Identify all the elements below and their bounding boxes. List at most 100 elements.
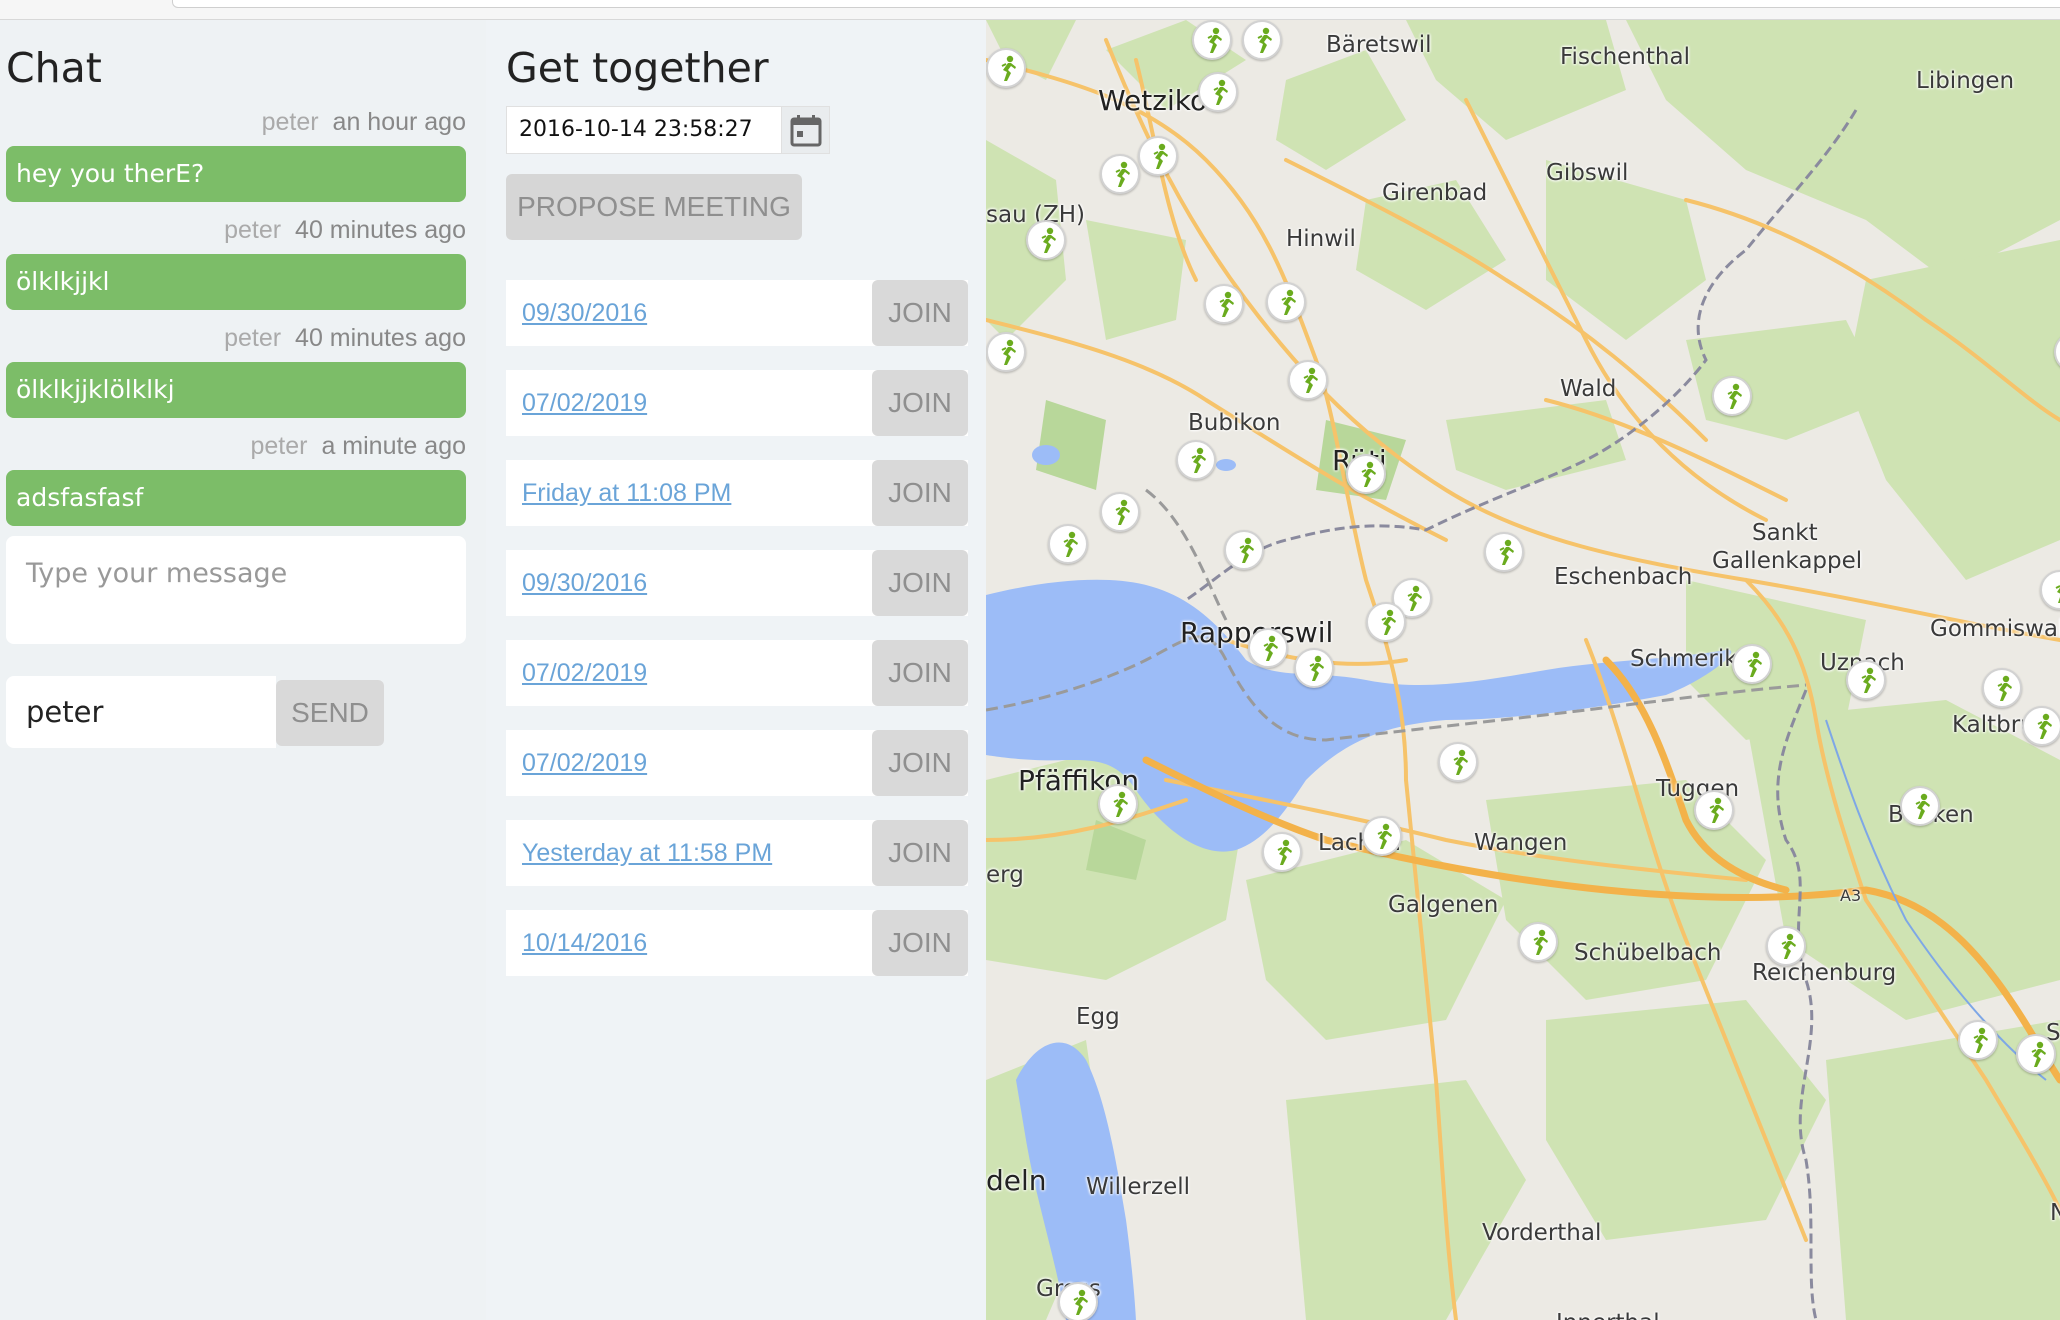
activity-marker[interactable] xyxy=(2022,706,2060,746)
running-person-icon xyxy=(1113,791,1128,817)
activity-marker[interactable] xyxy=(1058,1282,1098,1320)
running-person-icon xyxy=(1207,27,1222,53)
map-label: erg xyxy=(986,862,1024,888)
activity-marker[interactable] xyxy=(1958,1020,1998,1060)
meeting-row: 09/30/2016 JOIN xyxy=(506,550,968,616)
meeting-date-link[interactable]: Yesterday at 11:58 PM xyxy=(522,820,772,886)
activity-marker[interactable] xyxy=(1100,154,1140,194)
activity-marker[interactable] xyxy=(1484,532,1524,572)
join-button[interactable]: JOIN xyxy=(872,820,968,886)
activity-marker[interactable] xyxy=(986,332,1026,372)
activity-marker[interactable] xyxy=(1732,644,1772,684)
activity-marker[interactable] xyxy=(1248,628,1288,668)
message-time: an hour ago xyxy=(332,108,466,136)
meeting-row: 09/30/2016 JOIN xyxy=(506,280,968,346)
message-time: a minute ago xyxy=(321,432,466,460)
running-person-icon xyxy=(1001,55,1016,81)
activity-marker[interactable] xyxy=(1366,602,1406,642)
message-meta: peter a minute ago xyxy=(250,432,466,461)
activity-marker[interactable] xyxy=(1694,790,1734,830)
activity-marker[interactable] xyxy=(1224,530,1264,570)
join-button[interactable]: JOIN xyxy=(872,640,968,706)
activity-marker[interactable] xyxy=(1262,832,1302,872)
running-person-icon xyxy=(1303,367,1318,393)
running-person-icon xyxy=(1115,161,1130,187)
map-label: Gibswil xyxy=(1546,160,1629,186)
map-label: Girenbad xyxy=(1382,180,1488,206)
activity-marker[interactable] xyxy=(1362,816,1402,856)
activity-marker[interactable] xyxy=(1266,282,1306,322)
join-button[interactable]: JOIN xyxy=(872,460,968,526)
activity-marker[interactable] xyxy=(1242,20,1282,60)
message-bubble: adsfasfasf xyxy=(6,470,466,526)
activity-marker[interactable] xyxy=(1176,440,1216,480)
chat-title: Chat xyxy=(6,44,102,92)
join-button[interactable]: JOIN xyxy=(872,280,968,346)
activity-marker[interactable] xyxy=(986,48,1026,88)
running-person-icon xyxy=(1727,383,1742,409)
running-person-icon xyxy=(1213,79,1228,105)
activity-marker[interactable] xyxy=(1766,926,1806,966)
activity-marker[interactable] xyxy=(1346,454,1386,494)
map-label: Innerthal xyxy=(1556,1310,1660,1320)
running-person-icon xyxy=(1709,797,1724,823)
message-input[interactable]: Type your message xyxy=(6,536,466,644)
activity-marker[interactable] xyxy=(1288,360,1328,400)
activity-marker[interactable] xyxy=(1026,220,1066,260)
map-view[interactable]: Bäretswil Fischenthal Libingen Wetzikon … xyxy=(986,20,2060,1320)
activity-marker[interactable] xyxy=(2016,1034,2056,1074)
meeting-row: 07/02/2019 JOIN xyxy=(506,640,968,706)
activity-marker[interactable] xyxy=(1712,376,1752,416)
activity-marker[interactable] xyxy=(1192,20,1232,60)
map-label: Gommiswal xyxy=(1930,616,2060,642)
meeting-date-link[interactable]: Friday at 11:08 PM xyxy=(522,460,731,526)
activity-marker[interactable] xyxy=(1438,742,1478,782)
send-button[interactable]: SEND xyxy=(276,680,384,746)
meeting-date-link[interactable]: 09/30/2016 xyxy=(522,550,647,616)
activity-marker[interactable] xyxy=(1294,648,1334,688)
activity-marker[interactable] xyxy=(1846,660,1886,700)
map-label: deln xyxy=(986,1164,1047,1197)
meeting-date-link[interactable]: 07/02/2019 xyxy=(522,730,647,796)
join-button[interactable]: JOIN xyxy=(872,550,968,616)
propose-meeting-button[interactable]: PROPOSE MEETING xyxy=(506,174,802,240)
activity-marker[interactable] xyxy=(1098,784,1138,824)
running-person-icon xyxy=(1239,537,1254,563)
get-together-panel: Get together 2016-10-14 23:58:27 PROPOSE… xyxy=(486,20,986,1320)
get-together-title: Get together xyxy=(506,44,769,92)
calendar-button[interactable] xyxy=(782,106,830,154)
activity-marker[interactable] xyxy=(1198,72,1238,112)
map-label: Galgenen xyxy=(1388,892,1499,918)
join-button[interactable]: JOIN xyxy=(872,370,968,436)
message-author: peter xyxy=(261,108,319,136)
message-meta: peter an hour ago xyxy=(262,108,466,137)
meeting-row: Friday at 11:08 PM JOIN xyxy=(506,460,968,526)
meeting-row: Yesterday at 11:58 PM JOIN xyxy=(506,820,968,886)
chat-panel: Chat peter an hour ago hey you therE? pet… xyxy=(0,20,486,1320)
join-button[interactable]: JOIN xyxy=(872,910,968,976)
message-meta: peter 40 minutes ago xyxy=(224,324,466,353)
activity-marker[interactable] xyxy=(1982,668,2022,708)
map-label: Hinwil xyxy=(1286,226,1356,252)
meeting-date-link[interactable]: 10/14/2016 xyxy=(522,910,647,976)
running-person-icon xyxy=(2037,713,2052,739)
activity-marker[interactable] xyxy=(1900,786,1940,826)
activity-marker[interactable] xyxy=(1204,284,1244,324)
message-bubble: ölklkjjklölklkj xyxy=(6,362,466,418)
activity-marker[interactable] xyxy=(1048,524,1088,564)
map-label: Bubikon xyxy=(1188,410,1281,436)
meeting-date-link[interactable]: 09/30/2016 xyxy=(522,280,647,346)
running-person-icon xyxy=(1263,635,1278,661)
join-button[interactable]: JOIN xyxy=(872,730,968,796)
activity-marker[interactable] xyxy=(1100,492,1140,532)
address-bar[interactable] xyxy=(172,0,2060,8)
meeting-date-input[interactable]: 2016-10-14 23:58:27 xyxy=(506,106,782,154)
name-input[interactable]: peter xyxy=(6,676,276,748)
running-person-icon xyxy=(1153,143,1168,169)
meeting-date-link[interactable]: 07/02/2019 xyxy=(522,640,647,706)
activity-marker[interactable] xyxy=(1138,136,1178,176)
meeting-date-link[interactable]: 07/02/2019 xyxy=(522,370,647,436)
message-time: 40 minutes ago xyxy=(295,324,466,352)
map-label: Willerzell xyxy=(1086,1174,1191,1200)
activity-marker[interactable] xyxy=(1518,922,1558,962)
